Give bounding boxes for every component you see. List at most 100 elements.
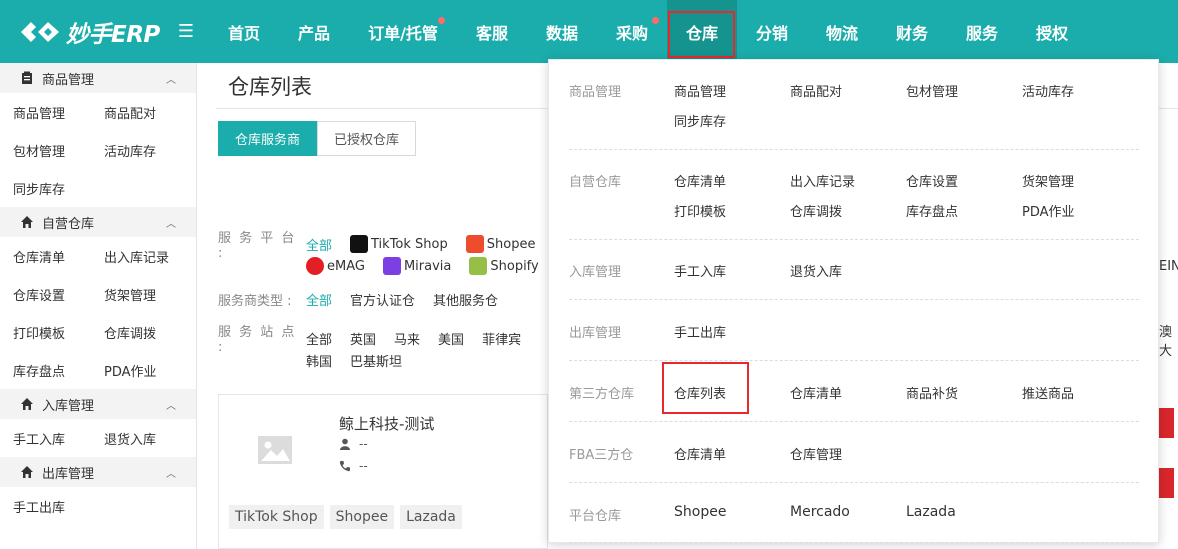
menu-item[interactable]: 仓库调拨 [790, 201, 842, 220]
menu-item[interactable]: 仓库设置 [906, 171, 958, 190]
platform-tiktok[interactable]: TikTok Shop [350, 235, 448, 253]
menu-item[interactable]: Shopee [674, 504, 726, 520]
highlight-box [668, 11, 735, 58]
sidebar-section-outbound[interactable]: 出库管理 ︿ [0, 457, 196, 487]
tab-authorized-warehouses[interactable]: 已授权仓库 [317, 121, 417, 156]
nav-orders[interactable]: 订单/托管 [349, 0, 457, 63]
shopify-icon [469, 257, 488, 275]
alert-icon [1158, 408, 1174, 438]
menu-item[interactable]: 同步库存 [674, 111, 726, 130]
nav-purchase[interactable]: 采购 [597, 0, 667, 63]
menu-item[interactable]: 仓库清单 [674, 171, 726, 190]
chevron-up-icon[interactable]: ︿ [166, 397, 176, 412]
platform-shopee[interactable]: Shopee [465, 235, 536, 253]
menu-item[interactable]: 手工入库 [674, 261, 726, 280]
menu-item[interactable]: 商品管理 [674, 81, 726, 100]
menu-group-title: 第三方仓库 [569, 387, 635, 402]
filter-option-all[interactable]: 全部 [306, 290, 332, 309]
filter-option[interactable]: 英国 [350, 329, 376, 348]
sidebar-item[interactable]: PDA作业 [104, 351, 195, 389]
nav-distribution[interactable]: 分销 [737, 0, 807, 63]
sidebar-section-goods[interactable]: 商品管理 ︿ [0, 63, 196, 93]
clipboard-icon [22, 71, 32, 84]
nav-finance[interactable]: 财务 [877, 0, 947, 63]
sidebar-item[interactable]: 包材管理 [13, 131, 104, 169]
menu-item[interactable]: 出入库记录 [790, 171, 855, 190]
section-title: 自营仓库 [42, 216, 95, 232]
menu-item[interactable]: Lazada [906, 504, 956, 520]
sidebar-item[interactable]: 活动库存 [104, 131, 195, 169]
menu-item[interactable]: 活动库存 [1022, 81, 1074, 100]
platform-tag: Shopee [329, 505, 395, 529]
sidebar-item[interactable]: 库存盘点 [13, 351, 104, 389]
menu-item[interactable]: 库存盘点 [906, 201, 958, 220]
menu-item[interactable]: 货架管理 [1022, 171, 1074, 190]
menu-item[interactable]: PDA作业 [1022, 201, 1075, 220]
sidebar-section-inbound[interactable]: 入库管理 ︿ [0, 389, 196, 419]
menu-item[interactable]: 推送商品 [1022, 383, 1074, 402]
menu-item[interactable]: 仓库清单 [790, 383, 842, 402]
menu-item[interactable]: 退货入库 [790, 261, 842, 280]
app-logo[interactable]: 妙手ERP [0, 0, 190, 63]
menu-item[interactable]: 打印模板 [674, 201, 726, 220]
sidebar-item[interactable]: 商品管理 [13, 93, 104, 131]
nav-service[interactable]: 服务 [947, 0, 1017, 63]
menu-item[interactable]: 包材管理 [906, 81, 958, 100]
menu-group-own-warehouse: 自营仓库 仓库清单 出入库记录 仓库设置 货架管理 打印模板 仓库调拨 库存盘点… [569, 150, 1139, 240]
platform-miravia[interactable]: Miravia [382, 257, 451, 275]
filter-label: 服 务 站 点 : [218, 325, 297, 355]
menu-item[interactable]: 商品补货 [906, 383, 958, 402]
warehouse-card[interactable]: 鲸上科技-测试 -- -- TikTok Shop Shopee Lazada [218, 394, 548, 549]
chevron-up-icon[interactable]: ︿ [166, 465, 176, 480]
sidebar-item[interactable]: 打印模板 [13, 313, 104, 351]
menu-item[interactable]: 手工出库 [674, 322, 726, 341]
notification-dot [438, 17, 445, 24]
filter-option-all[interactable]: 全部 [306, 235, 332, 254]
nav-authorization[interactable]: 授权 [1017, 0, 1087, 63]
menu-item[interactable]: 仓库管理 [790, 444, 842, 463]
sidebar-item[interactable]: 同步库存 [13, 169, 104, 207]
phone-line: -- [339, 459, 368, 473]
platform-emag[interactable]: eMAG [306, 257, 365, 275]
chevron-up-icon[interactable]: ︿ [166, 215, 176, 230]
chevron-up-icon[interactable]: ︿ [166, 71, 176, 86]
sidebar-section-own-warehouse[interactable]: 自营仓库 ︿ [0, 207, 196, 237]
nav-products[interactable]: 产品 [279, 0, 349, 63]
nav-logistics[interactable]: 物流 [807, 0, 877, 63]
nav-customer-service[interactable]: 客服 [457, 0, 527, 63]
nav-warehouse[interactable]: 仓库 [667, 0, 737, 63]
filter-option[interactable]: 菲律宾 [482, 329, 521, 348]
section-title: 商品管理 [42, 72, 95, 88]
filter-option[interactable]: 其他服务仓 [433, 290, 498, 309]
sidebar-item[interactable]: 出入库记录 [104, 237, 195, 275]
logo-text: 妙手ERP [66, 21, 160, 48]
tiktok-icon [350, 235, 369, 253]
tab-warehouse-providers[interactable]: 仓库服务商 [218, 121, 318, 156]
menu-item[interactable]: 仓库清单 [674, 444, 726, 463]
filter-option[interactable]: 巴基斯坦 [350, 351, 402, 370]
filter-option[interactable]: 官方认证仓 [350, 290, 415, 309]
filter-option[interactable]: 美国 [438, 329, 464, 348]
sidebar-item[interactable]: 退货入库 [104, 419, 195, 457]
contact-value: -- [359, 437, 368, 451]
nav-data[interactable]: 数据 [527, 0, 597, 63]
sidebar-item[interactable]: 仓库设置 [13, 275, 104, 313]
menu-item[interactable]: 商品配对 [790, 81, 842, 100]
platform-label: Shopee [486, 236, 536, 252]
menu-item[interactable]: Mercado [790, 504, 850, 520]
menu-toggle-icon[interactable]: ☰ [174, 0, 198, 63]
filter-option[interactable]: 韩国 [306, 351, 332, 370]
sidebar-item[interactable]: 仓库调拨 [104, 313, 195, 351]
nav-label: 财务 [895, 23, 928, 43]
menu-group-title: 自营仓库 [569, 175, 622, 190]
sidebar-item[interactable]: 手工入库 [13, 419, 104, 457]
filter-option[interactable]: 全部 [306, 329, 332, 348]
filter-option[interactable]: 马来 [394, 329, 420, 348]
sidebar-item[interactable]: 商品配对 [104, 93, 195, 131]
menu-group-platform: 平台仓库 Shopee Mercado Lazada [569, 483, 1139, 543]
sidebar-item[interactable]: 手工出库 [13, 487, 104, 525]
sidebar-item[interactable]: 货架管理 [104, 275, 195, 313]
nav-home[interactable]: 首页 [209, 0, 279, 63]
platform-shopify[interactable]: Shopify [469, 257, 539, 275]
sidebar-item[interactable]: 仓库清单 [13, 237, 104, 275]
